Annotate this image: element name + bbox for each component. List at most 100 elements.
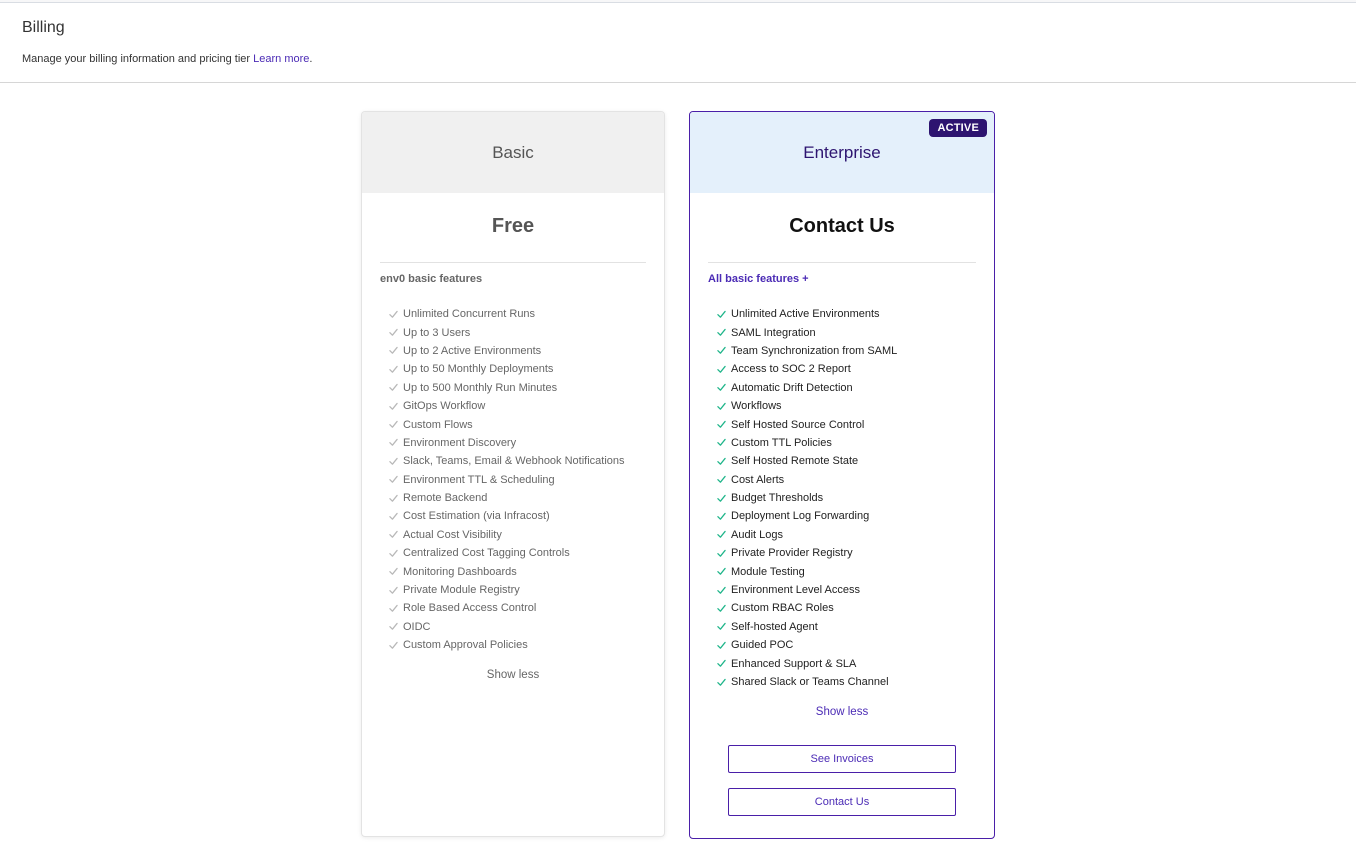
feature-label: Slack, Teams, Email & Webhook Notificati… xyxy=(403,455,625,468)
feature-label: Deployment Log Forwarding xyxy=(731,510,870,523)
check-icon xyxy=(717,623,726,631)
feature-item: Enhanced Support & SLA xyxy=(717,654,994,672)
check-icon xyxy=(717,402,726,410)
check-icon xyxy=(717,384,726,392)
feature-label: Self Hosted Source Control xyxy=(731,418,865,431)
plan-card-basic: Basic Free env0 basic features Unlimited… xyxy=(361,111,665,837)
feature-item: Environment Level Access xyxy=(717,581,994,599)
feature-label: Environment Discovery xyxy=(403,436,517,449)
check-icon xyxy=(717,347,726,355)
feature-label: Unlimited Concurrent Runs xyxy=(403,308,536,321)
feature-label: Access to SOC 2 Report xyxy=(731,363,851,376)
check-icon xyxy=(389,567,398,575)
feature-label: Workflows xyxy=(731,400,782,413)
check-icon xyxy=(717,420,726,428)
feature-label: Shared Slack or Teams Channel xyxy=(731,676,889,688)
check-icon xyxy=(389,623,398,631)
feature-item: Team Synchronization from SAML xyxy=(717,342,994,360)
active-badge: ACTIVE xyxy=(929,119,987,137)
check-icon xyxy=(389,310,398,318)
check-icon xyxy=(389,439,398,447)
feature-label: Module Testing xyxy=(731,565,805,578)
feature-item: Audit Logs xyxy=(717,526,994,544)
check-icon xyxy=(389,457,398,465)
feature-item: Private Provider Registry xyxy=(717,544,994,562)
check-icon xyxy=(717,439,726,447)
check-icon xyxy=(717,310,726,318)
subtitle-text: Manage your billing information and pric… xyxy=(22,53,251,65)
show-less-enterprise-button[interactable]: Show less xyxy=(690,706,994,718)
feature-item: Access to SOC 2 Report xyxy=(717,360,994,378)
feature-label: Cost Estimation (via Infracost) xyxy=(403,510,550,523)
show-less-basic-button[interactable]: Show less xyxy=(362,669,664,681)
see-invoices-button[interactable]: See Invoices xyxy=(728,745,956,774)
feature-item: Private Module Registry xyxy=(389,581,664,599)
check-icon xyxy=(389,641,398,649)
feature-item: Automatic Drift Detection xyxy=(717,379,994,397)
feature-item: Cost Alerts xyxy=(717,471,994,489)
feature-item: Custom Flows xyxy=(389,415,664,433)
subtitle-period: . xyxy=(309,53,313,65)
feature-label: Centralized Cost Tagging Controls xyxy=(403,547,570,560)
check-icon xyxy=(389,494,398,502)
feature-item: Centralized Cost Tagging Controls xyxy=(389,544,664,562)
check-icon xyxy=(389,402,398,410)
feature-label: Automatic Drift Detection xyxy=(731,381,853,394)
plan-price-enterprise: Contact Us xyxy=(789,215,895,237)
check-icon xyxy=(389,586,398,594)
feature-label: Custom Approval Policies xyxy=(403,639,528,652)
feature-item: Self-hosted Agent xyxy=(717,618,994,636)
check-icon xyxy=(389,512,398,520)
feature-label: Budget Thresholds xyxy=(731,492,824,505)
feature-item: OIDC xyxy=(389,618,664,636)
check-icon xyxy=(717,531,726,539)
check-icon xyxy=(717,586,726,594)
check-icon xyxy=(389,531,398,539)
check-icon xyxy=(389,476,398,484)
feature-label: Environment TTL & Scheduling xyxy=(403,473,555,486)
feature-label: Custom RBAC Roles xyxy=(731,602,834,615)
feature-label: Up to 500 Monthly Run Minutes xyxy=(403,381,558,394)
check-icon xyxy=(717,365,726,373)
feature-item: Up to 2 Active Environments xyxy=(389,342,664,360)
check-icon xyxy=(389,549,398,557)
feature-item: Custom TTL Policies xyxy=(717,434,994,452)
check-icon xyxy=(717,641,726,649)
feature-item: Environment Discovery xyxy=(389,434,664,452)
learn-more-link[interactable]: Learn more xyxy=(253,53,309,65)
feature-label: GitOps Workflow xyxy=(403,400,486,413)
check-icon xyxy=(717,659,726,667)
feature-item: Unlimited Concurrent Runs xyxy=(389,305,664,323)
features-label-enterprise: All basic features + xyxy=(708,273,809,285)
feature-item: Custom Approval Policies xyxy=(389,636,664,654)
plan-card-enterprise: Enterprise ACTIVE Contact Us All basic f… xyxy=(689,111,995,839)
feature-label: Up to 3 Users xyxy=(403,326,471,339)
feature-item: Custom RBAC Roles xyxy=(717,599,994,617)
feature-label: Private Module Registry xyxy=(403,584,520,597)
feature-label: Role Based Access Control xyxy=(403,602,537,615)
check-icon xyxy=(717,494,726,502)
feature-label: Unlimited Active Environments xyxy=(731,308,880,321)
check-icon xyxy=(717,328,726,336)
feature-item: Up to 50 Monthly Deployments xyxy=(389,360,664,378)
feature-label: Up to 2 Active Environments xyxy=(403,344,542,357)
feature-item: Actual Cost Visibility xyxy=(389,526,664,544)
feature-item: Up to 3 Users xyxy=(389,323,664,341)
billing-page: Billing Manage your billing information … xyxy=(0,2,1356,851)
check-icon xyxy=(717,549,726,557)
feature-label: Enhanced Support & SLA xyxy=(731,657,857,670)
feature-item: Self Hosted Source Control xyxy=(717,415,994,433)
feature-item: Budget Thresholds xyxy=(717,489,994,507)
feature-label: Actual Cost Visibility xyxy=(403,528,502,541)
contact-us-button[interactable]: Contact Us xyxy=(728,788,956,817)
plan-price-basic: Free xyxy=(491,215,535,237)
divider xyxy=(380,262,646,263)
feature-label: Remote Backend xyxy=(403,492,488,505)
check-icon xyxy=(717,512,726,520)
check-icon xyxy=(717,476,726,484)
page-title: Billing xyxy=(22,19,65,36)
check-icon xyxy=(717,604,726,612)
check-icon xyxy=(389,365,398,373)
feature-list-enterprise: Unlimited Active Environments SAML Integr… xyxy=(690,305,994,691)
feature-label: Cost Alerts xyxy=(731,473,785,486)
